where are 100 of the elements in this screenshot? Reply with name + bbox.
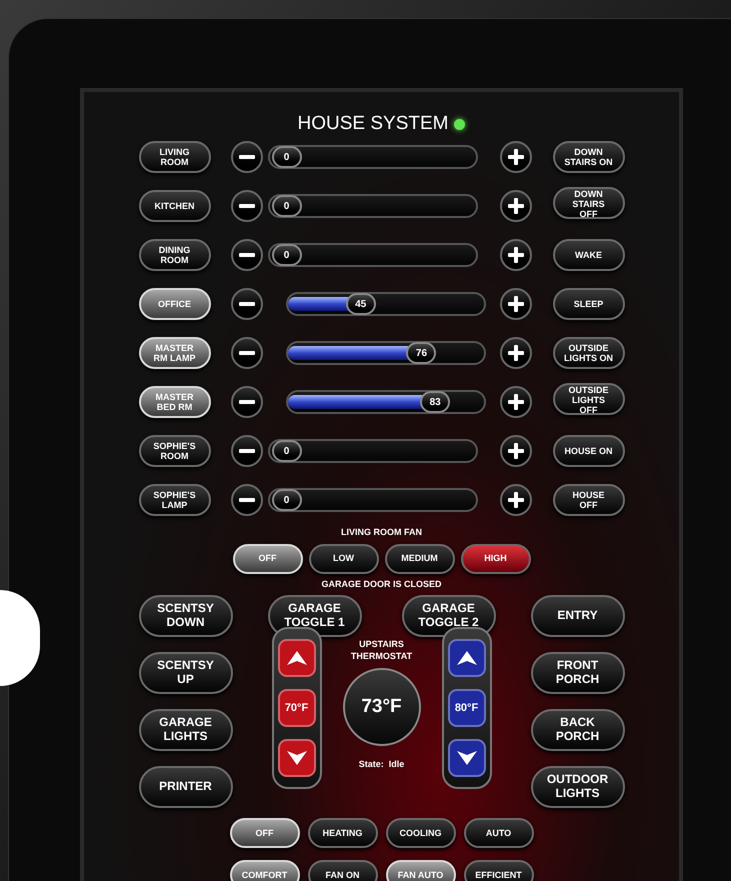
minus-icon bbox=[238, 498, 254, 502]
setpoint-value: 80°F bbox=[448, 689, 486, 727]
device-button[interactable]: SCENTSY UP bbox=[138, 652, 232, 694]
increase-button[interactable] bbox=[500, 141, 532, 173]
mode-button[interactable]: HEATING bbox=[308, 818, 378, 848]
scene-button[interactable]: DOWN STAIRS OFF bbox=[552, 186, 624, 219]
slider-value[interactable]: 0 bbox=[272, 244, 302, 266]
decrease-button[interactable] bbox=[230, 386, 262, 418]
room-button[interactable]: SOPHIE'S LAMP bbox=[138, 484, 210, 516]
mode-button[interactable]: COOLING bbox=[386, 818, 456, 848]
plus-icon bbox=[508, 443, 524, 459]
raise-button[interactable] bbox=[278, 639, 316, 677]
increase-button[interactable] bbox=[500, 435, 532, 467]
plus-icon bbox=[508, 492, 524, 508]
slider-value[interactable]: 0 bbox=[272, 489, 302, 511]
slider-value[interactable]: 45 bbox=[346, 293, 376, 315]
room-button[interactable]: DINING ROOM bbox=[138, 239, 210, 271]
room-button[interactable]: OFFICE bbox=[138, 288, 210, 320]
dimmer-slider[interactable]: 0 bbox=[268, 145, 478, 169]
scene-button[interactable]: HOUSE ON bbox=[552, 435, 624, 467]
decrease-button[interactable] bbox=[230, 337, 262, 369]
fan-speed-button[interactable]: OFF bbox=[232, 544, 302, 574]
dimmer-slider[interactable]: 0 bbox=[268, 439, 478, 463]
fan-speed-button[interactable]: HIGH bbox=[460, 544, 530, 574]
room-button[interactable]: MASTER RM LAMP bbox=[138, 337, 210, 369]
lower-button[interactable] bbox=[448, 739, 486, 777]
increase-button[interactable] bbox=[500, 190, 532, 222]
garage-toggle-button[interactable]: GARAGE TOGGLE 1 bbox=[268, 595, 362, 637]
fan-mode-button[interactable]: COMFORT bbox=[230, 860, 300, 881]
device-button[interactable]: ENTRY bbox=[530, 595, 624, 637]
slider-value[interactable]: 76 bbox=[406, 342, 436, 364]
minus-icon bbox=[238, 155, 254, 159]
dimmer-slider[interactable]: 83 bbox=[286, 390, 486, 414]
decrease-button[interactable] bbox=[230, 484, 262, 516]
scene-button[interactable]: HOUSE OFF bbox=[552, 484, 624, 516]
decrease-button[interactable] bbox=[230, 435, 262, 467]
garage-toggle-button[interactable]: GARAGE TOGGLE 2 bbox=[402, 595, 496, 637]
plus-icon bbox=[508, 394, 524, 410]
plus-icon bbox=[508, 247, 524, 263]
device-button[interactable]: GARAGE LIGHTS bbox=[138, 709, 232, 751]
plus-icon bbox=[508, 149, 524, 165]
room-button[interactable]: MASTER BED RM bbox=[138, 386, 210, 418]
decrease-button[interactable] bbox=[230, 288, 262, 320]
scene-button[interactable]: DOWN STAIRS ON bbox=[552, 141, 624, 173]
scene-button[interactable]: SLEEP bbox=[552, 288, 624, 320]
minus-icon bbox=[238, 204, 254, 208]
minus-icon bbox=[238, 302, 254, 306]
fan-mode-button[interactable]: FAN ON bbox=[308, 860, 378, 881]
setpoint-value: 70°F bbox=[278, 689, 316, 727]
scene-button[interactable]: OUTSIDE LIGHTS ON bbox=[552, 337, 624, 369]
plus-icon bbox=[508, 345, 524, 361]
slider-value[interactable]: 0 bbox=[272, 195, 302, 217]
dimmer-slider[interactable]: 0 bbox=[268, 243, 478, 267]
raise-button[interactable] bbox=[448, 639, 486, 677]
mode-button[interactable]: OFF bbox=[230, 818, 300, 848]
room-button[interactable]: LIVING ROOM bbox=[138, 141, 210, 173]
decrease-button[interactable] bbox=[230, 239, 262, 271]
plus-icon bbox=[508, 198, 524, 214]
minus-icon bbox=[238, 400, 254, 404]
slider-value[interactable]: 83 bbox=[420, 391, 450, 413]
minus-icon bbox=[238, 351, 254, 355]
increase-button[interactable] bbox=[500, 288, 532, 320]
scene-button[interactable]: OUTSIDE LIGHTS OFF bbox=[552, 382, 624, 415]
slider-value[interactable]: 0 bbox=[272, 146, 302, 168]
decrease-button[interactable] bbox=[230, 190, 262, 222]
fan-mode-button[interactable]: EFFICIENT bbox=[464, 860, 534, 881]
dimmer-slider[interactable]: 0 bbox=[268, 194, 478, 218]
increase-button[interactable] bbox=[500, 484, 532, 516]
device-button[interactable]: PRINTER bbox=[138, 766, 232, 808]
dimmer-slider[interactable]: 45 bbox=[286, 292, 486, 316]
room-button[interactable]: SOPHIE'S ROOM bbox=[138, 435, 210, 467]
plus-icon bbox=[508, 296, 524, 312]
fan-speed-button[interactable]: MEDIUM bbox=[384, 544, 454, 574]
temperature-dial: 73°F bbox=[342, 668, 420, 746]
mode-button[interactable]: AUTO bbox=[464, 818, 534, 848]
thermostat-state: State: Idle bbox=[358, 758, 404, 772]
increase-button[interactable] bbox=[500, 337, 532, 369]
minus-icon bbox=[238, 449, 254, 453]
fan-mode-button[interactable]: FAN AUTO bbox=[386, 860, 456, 881]
garage-status: GARAGE DOOR IS CLOSED bbox=[321, 578, 442, 590]
down-triangle-icon bbox=[286, 750, 308, 766]
decrease-button[interactable] bbox=[230, 141, 262, 173]
dimmer-slider[interactable]: 76 bbox=[286, 341, 486, 365]
increase-button[interactable] bbox=[500, 239, 532, 271]
thermostat-label: UPSTAIRS THERMOSTAT bbox=[350, 639, 414, 662]
fan-speed-button[interactable]: LOW bbox=[308, 544, 378, 574]
lower-button[interactable] bbox=[278, 739, 316, 777]
dimmer-slider[interactable]: 0 bbox=[268, 488, 478, 512]
device-button[interactable]: OUTDOOR LIGHTS bbox=[530, 766, 624, 808]
slider-value[interactable]: 0 bbox=[272, 440, 302, 462]
device-button[interactable]: FRONT PORCH bbox=[530, 652, 624, 694]
increase-button[interactable] bbox=[500, 386, 532, 418]
device-button[interactable]: SCENTSY DOWN bbox=[138, 595, 232, 637]
up-triangle-icon bbox=[456, 650, 478, 666]
fan-label: LIVING ROOM FAN bbox=[341, 526, 422, 539]
down-triangle-icon bbox=[456, 750, 478, 766]
scene-button[interactable]: WAKE bbox=[552, 239, 624, 271]
device-button[interactable]: BACK PORCH bbox=[530, 709, 624, 751]
app-title: HOUSE SYSTEM bbox=[298, 112, 448, 136]
room-button[interactable]: KITCHEN bbox=[138, 190, 210, 222]
